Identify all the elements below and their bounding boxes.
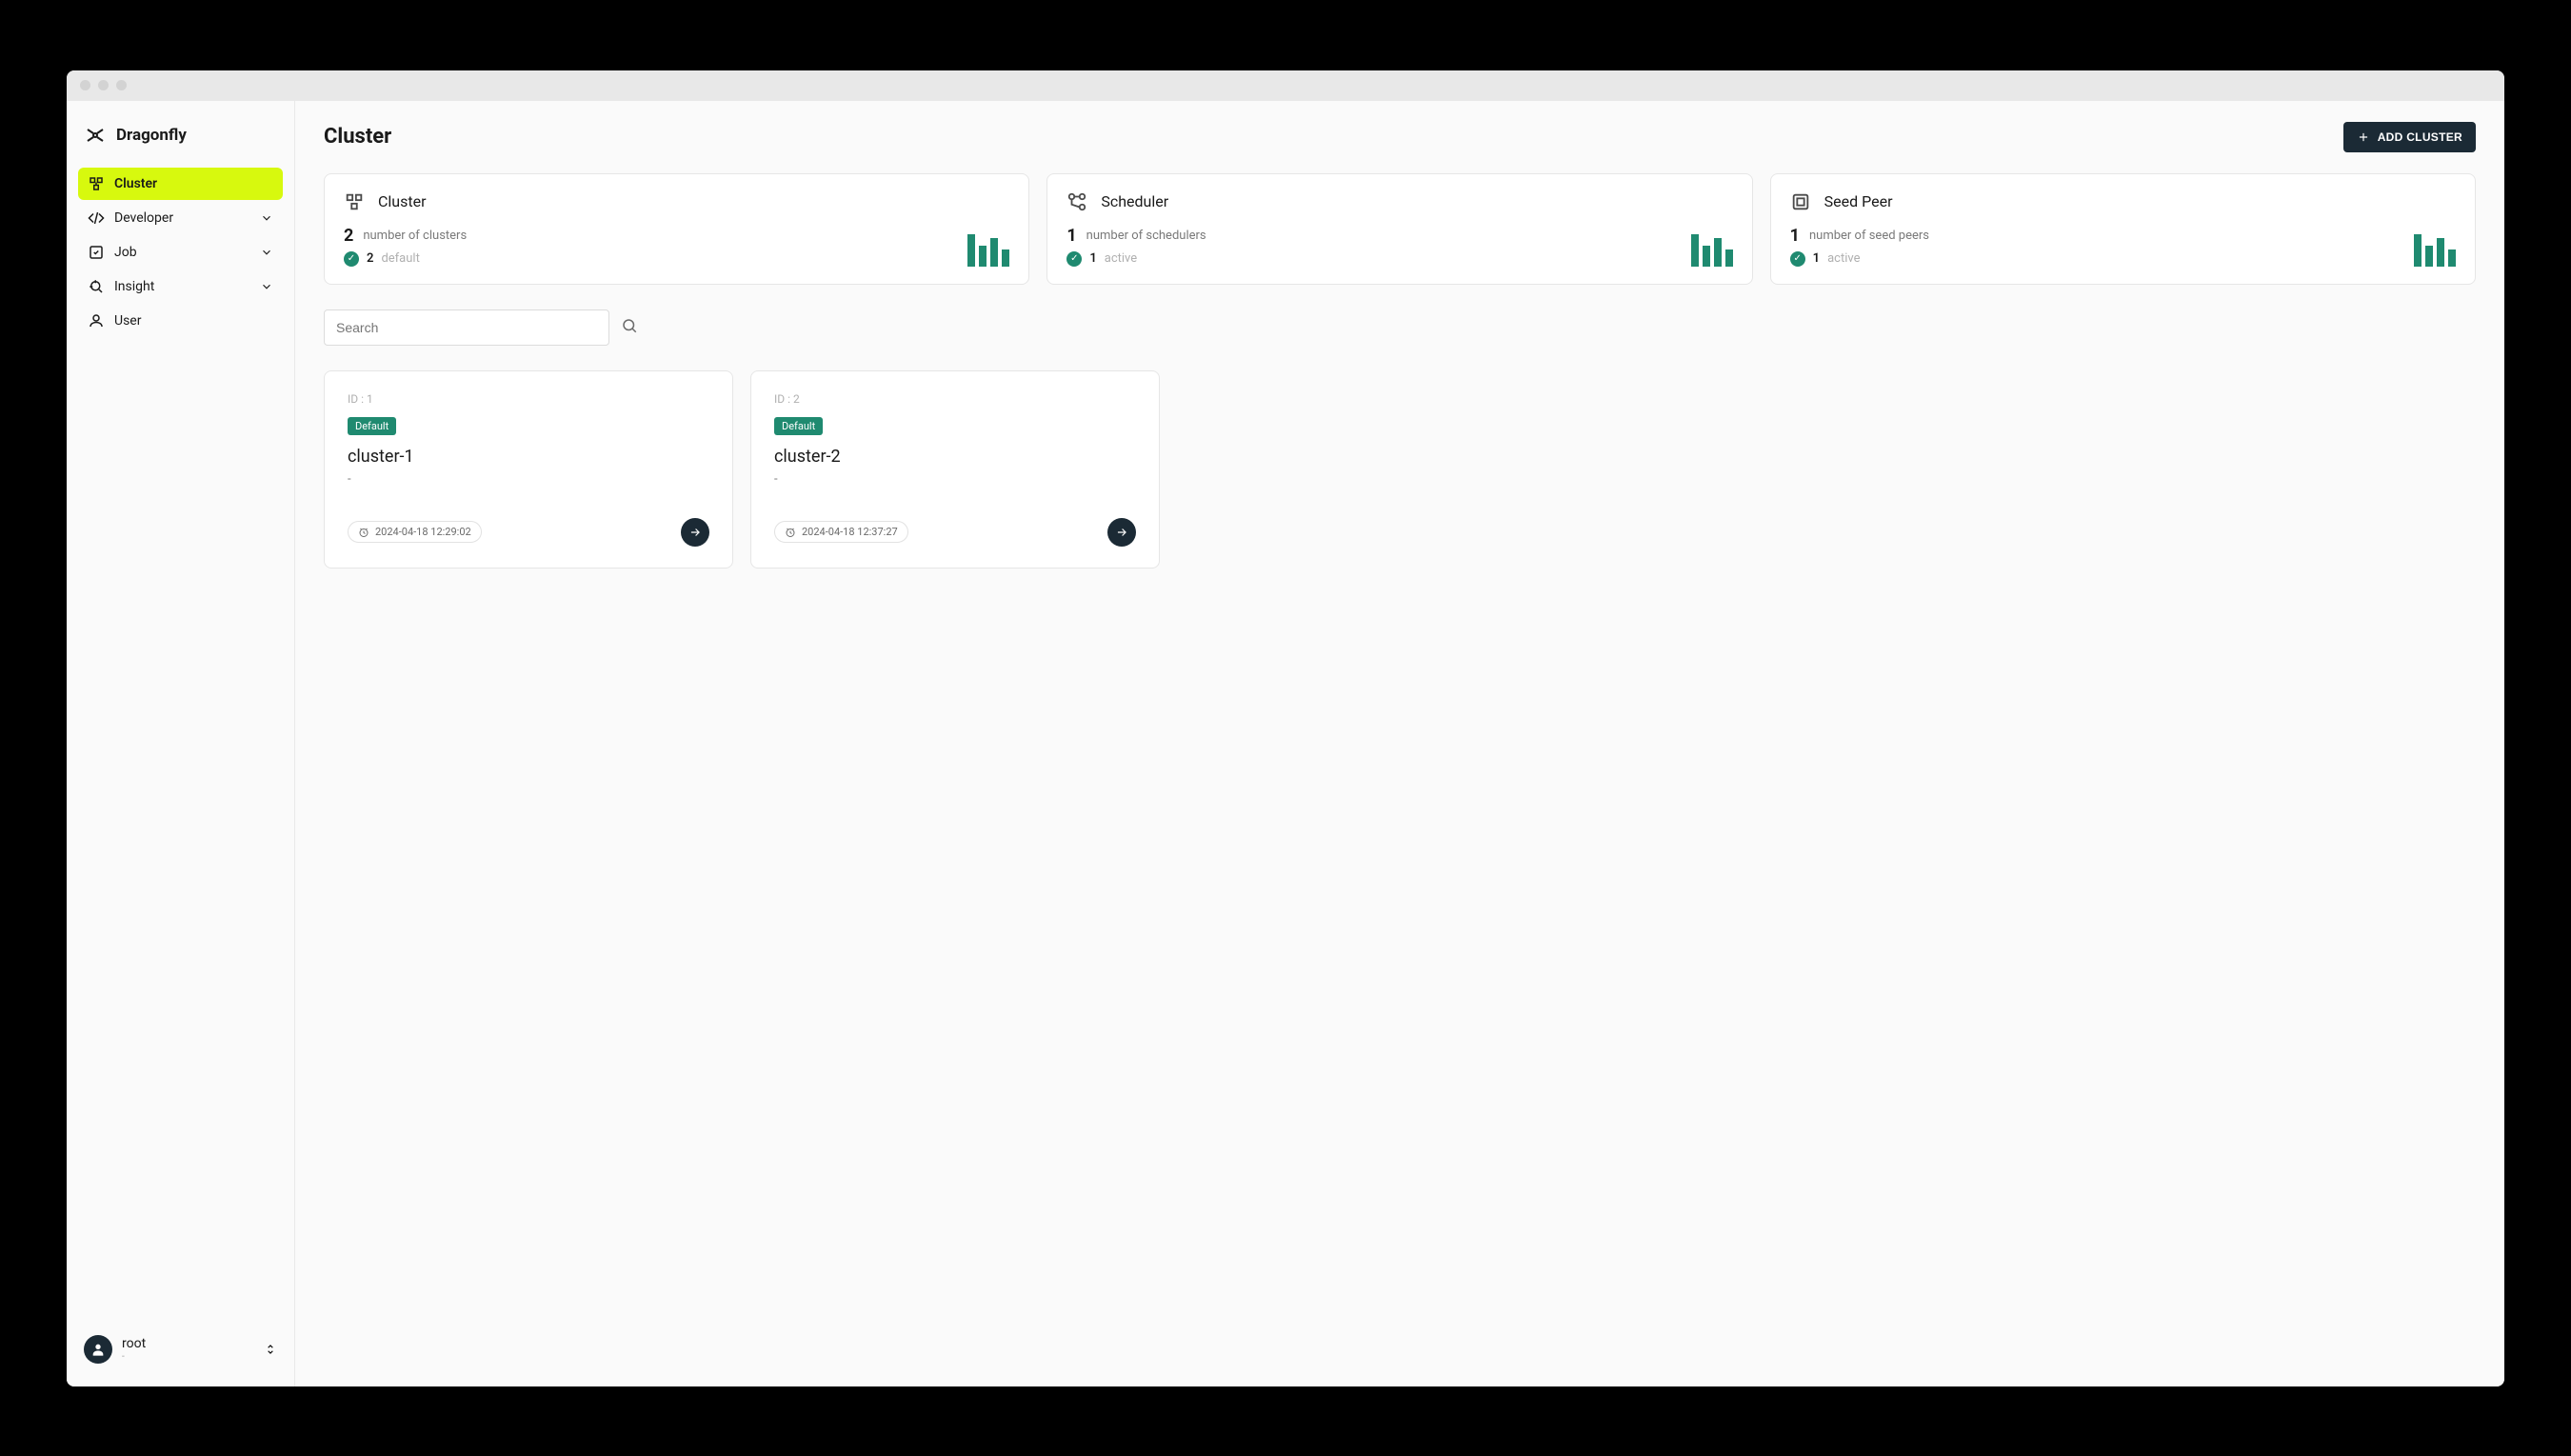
stat-count: 1 <box>1790 226 1800 246</box>
cluster-name: cluster-1 <box>348 447 709 467</box>
page-header: Cluster ADD CLUSTER <box>324 122 2476 152</box>
arrow-right-icon <box>688 526 702 539</box>
brand: Dragonfly <box>78 114 283 168</box>
open-cluster-button[interactable] <box>681 518 709 547</box>
nav-item-insight[interactable]: Insight <box>78 270 283 303</box>
traffic-light-max[interactable] <box>116 80 127 90</box>
cluster-icon <box>344 191 365 212</box>
timestamp-badge: 2024-04-18 12:29:02 <box>348 521 482 543</box>
code-icon <box>88 209 105 227</box>
cluster-id: ID : 2 <box>774 392 1136 406</box>
stat-title: Scheduler <box>1101 192 1168 210</box>
nav-item-developer[interactable]: Developer <box>78 202 283 234</box>
insight-icon <box>88 278 105 295</box>
stat-sub-label: active <box>1827 251 1860 266</box>
app-window: Dragonfly Cluster Developer <box>67 70 2504 1386</box>
stat-sub-count: 1 <box>1089 251 1096 266</box>
main: Cluster ADD CLUSTER Cluster 2 number of … <box>295 101 2504 1386</box>
stat-count-label: number of clusters <box>363 229 467 243</box>
user-role: - <box>122 1351 146 1362</box>
stat-card-cluster: Cluster 2 number of clusters ✓ 2 default <box>324 173 1029 285</box>
stat-card-seedpeer: Seed Peer 1 number of seed peers ✓ 1 act… <box>1770 173 2476 285</box>
stat-count-label: number of seed peers <box>1809 229 1929 243</box>
stats-row: Cluster 2 number of clusters ✓ 2 default <box>324 173 2476 285</box>
brand-name: Dragonfly <box>116 126 187 145</box>
bar-chart-icon <box>1691 234 1733 267</box>
add-cluster-label: ADD CLUSTER <box>2378 130 2462 144</box>
chevron-down-icon <box>260 280 273 293</box>
chevron-down-icon <box>260 211 273 225</box>
cluster-desc: - <box>774 472 1136 489</box>
check-icon: ✓ <box>344 251 359 267</box>
updown-icon <box>264 1343 277 1356</box>
arrow-right-icon <box>1115 526 1128 539</box>
stat-count-label: number of schedulers <box>1086 229 1206 243</box>
stat-sub-label: active <box>1105 251 1137 266</box>
stat-title: Seed Peer <box>1824 192 1893 210</box>
cluster-id: ID : 1 <box>348 392 709 406</box>
check-icon: ✓ <box>1066 251 1082 267</box>
timestamp: 2024-04-18 12:37:27 <box>802 526 898 538</box>
nav-label: Developer <box>114 210 173 226</box>
user-icon <box>88 312 105 329</box>
cluster-card: ID : 1 Default cluster-1 - 2024-04-18 12… <box>324 370 733 568</box>
plus-icon <box>2357 130 2370 144</box>
app-body: Dragonfly Cluster Developer <box>67 101 2504 1386</box>
clock-icon <box>785 527 796 538</box>
default-badge: Default <box>348 417 396 435</box>
nav-item-user[interactable]: User <box>78 305 283 337</box>
default-badge: Default <box>774 417 823 435</box>
stat-count: 1 <box>1066 226 1076 246</box>
seedpeer-icon <box>1790 191 1811 212</box>
add-cluster-button[interactable]: ADD CLUSTER <box>2343 122 2476 152</box>
search-icon <box>621 317 638 334</box>
avatar-icon <box>84 1335 112 1364</box>
nav-item-cluster[interactable]: Cluster <box>78 168 283 200</box>
stat-card-scheduler: Scheduler 1 number of schedulers ✓ 1 act… <box>1046 173 1752 285</box>
nav-label: Cluster <box>114 176 157 191</box>
dragonfly-logo-icon <box>84 124 107 147</box>
stat-sub-count: 2 <box>367 251 373 266</box>
open-cluster-button[interactable] <box>1107 518 1136 547</box>
timestamp: 2024-04-18 12:29:02 <box>375 526 471 538</box>
sidebar-user[interactable]: root - <box>78 1326 283 1373</box>
traffic-light-min[interactable] <box>98 80 109 90</box>
user-meta: root - <box>122 1336 146 1362</box>
page-title: Cluster <box>324 125 391 149</box>
nav-item-job[interactable]: Job <box>78 236 283 269</box>
titlebar <box>67 70 2504 101</box>
nav: Cluster Developer Job <box>78 168 283 337</box>
scheduler-icon <box>1066 191 1087 212</box>
chevron-down-icon <box>260 246 273 259</box>
check-icon: ✓ <box>1790 251 1805 267</box>
job-icon <box>88 244 105 261</box>
cluster-icon <box>88 175 105 192</box>
bar-chart-icon <box>967 234 1009 267</box>
stat-sub-label: default <box>381 251 419 266</box>
timestamp-badge: 2024-04-18 12:37:27 <box>774 521 908 543</box>
nav-label: User <box>114 313 141 329</box>
search-bar <box>324 309 2476 346</box>
cluster-cards: ID : 1 Default cluster-1 - 2024-04-18 12… <box>324 370 2476 568</box>
cluster-card: ID : 2 Default cluster-2 - 2024-04-18 12… <box>750 370 1160 568</box>
clock-icon <box>358 527 369 538</box>
nav-label: Insight <box>114 279 154 294</box>
nav-label: Job <box>114 245 137 260</box>
traffic-light-close[interactable] <box>80 80 90 90</box>
stat-title: Cluster <box>378 192 427 210</box>
sidebar: Dragonfly Cluster Developer <box>67 101 295 1386</box>
stat-count: 2 <box>344 226 353 246</box>
bar-chart-icon <box>2414 234 2456 267</box>
user-name: root <box>122 1336 146 1351</box>
cluster-desc: - <box>348 472 709 489</box>
search-button[interactable] <box>619 317 640 338</box>
stat-sub-count: 1 <box>1813 251 1820 266</box>
cluster-name: cluster-2 <box>774 447 1136 467</box>
search-input[interactable] <box>324 309 609 346</box>
